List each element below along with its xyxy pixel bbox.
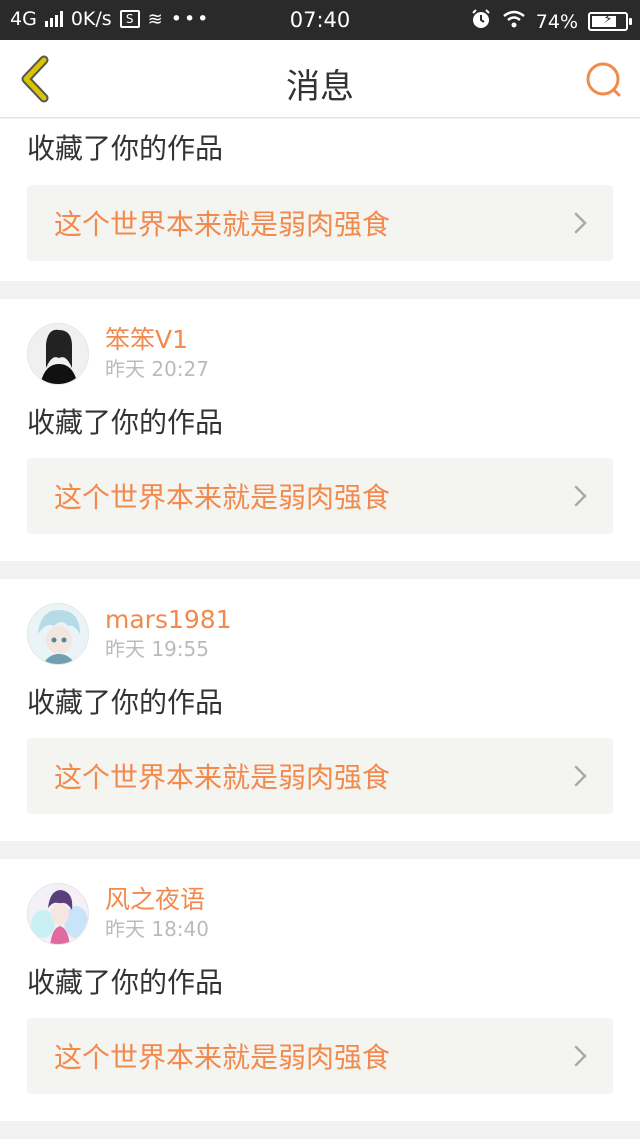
work-title: 这个世界本来就是弱肉强食 [54, 761, 391, 794]
status-bar: 4G 0K/s S ≋ ••• 07:40 74% ⚡ [0, 0, 640, 40]
chevron-right-icon [574, 765, 587, 787]
chevron-right-icon [574, 212, 587, 234]
user-name[interactable]: 风之夜语 [105, 885, 209, 915]
chevron-right-icon [574, 1045, 587, 1067]
page-title: 消息 [286, 67, 354, 107]
avatar[interactable] [27, 323, 89, 385]
work-link[interactable]: 这个世界本来就是弱肉强食 [27, 738, 613, 814]
search-button[interactable] [584, 60, 624, 100]
timestamp: 昨天 18:40 [105, 917, 209, 941]
alarm-icon [470, 8, 492, 35]
work-link[interactable]: 这个世界本来就是弱肉强食 [27, 1018, 613, 1094]
user-row[interactable]: 笨笨V1 昨天 20:27 [27, 323, 613, 385]
work-title: 这个世界本来就是弱肉强食 [54, 1041, 391, 1074]
search-icon [586, 62, 621, 97]
action-text: 收藏了你的作品 [27, 966, 224, 999]
timestamp: 昨天 20:27 [105, 357, 209, 381]
list-item: mars1981 昨天 19:55 收藏了你的作品 这个世界本来就是弱肉强食 [0, 579, 640, 841]
list-item: 收藏了你的作品 这个世界本来就是弱肉强食 [0, 119, 640, 281]
list-item: 笨笨V1 昨天 20:27 收藏了你的作品 这个世界本来就是弱肉强食 [0, 299, 640, 561]
battery-icon: ⚡ [588, 12, 632, 31]
battery-percent: 74% [535, 10, 578, 33]
avatar[interactable] [27, 603, 89, 665]
status-right: 74% ⚡ [470, 8, 632, 35]
wifi-icon [502, 10, 526, 33]
action-text: 收藏了你的作品 [27, 132, 224, 165]
list-item: 风之夜语 昨天 18:40 收藏了你的作品 这个世界本来就是弱肉强食 [0, 859, 640, 1121]
user-name[interactable]: mars1981 [105, 605, 232, 635]
user-name[interactable]: 笨笨V1 [105, 325, 209, 355]
chevron-right-icon [574, 485, 587, 507]
message-list[interactable]: 收藏了你的作品 这个世界本来就是弱肉强食 笨笨V1 昨天 20:27 收藏了你的… [0, 119, 640, 1139]
work-link[interactable]: 这个世界本来就是弱肉强食 [27, 185, 613, 261]
user-row[interactable]: mars1981 昨天 19:55 [27, 603, 613, 665]
work-title: 这个世界本来就是弱肉强食 [54, 208, 391, 241]
action-text: 收藏了你的作品 [27, 686, 224, 719]
nav-bar: 消息 [0, 40, 640, 118]
work-link[interactable]: 这个世界本来就是弱肉强食 [27, 458, 613, 534]
user-row[interactable]: 风之夜语 昨天 18:40 [27, 883, 613, 945]
work-title: 这个世界本来就是弱肉强食 [54, 481, 391, 514]
action-text: 收藏了你的作品 [27, 406, 224, 439]
timestamp: 昨天 19:55 [105, 637, 209, 661]
avatar[interactable] [27, 883, 89, 945]
